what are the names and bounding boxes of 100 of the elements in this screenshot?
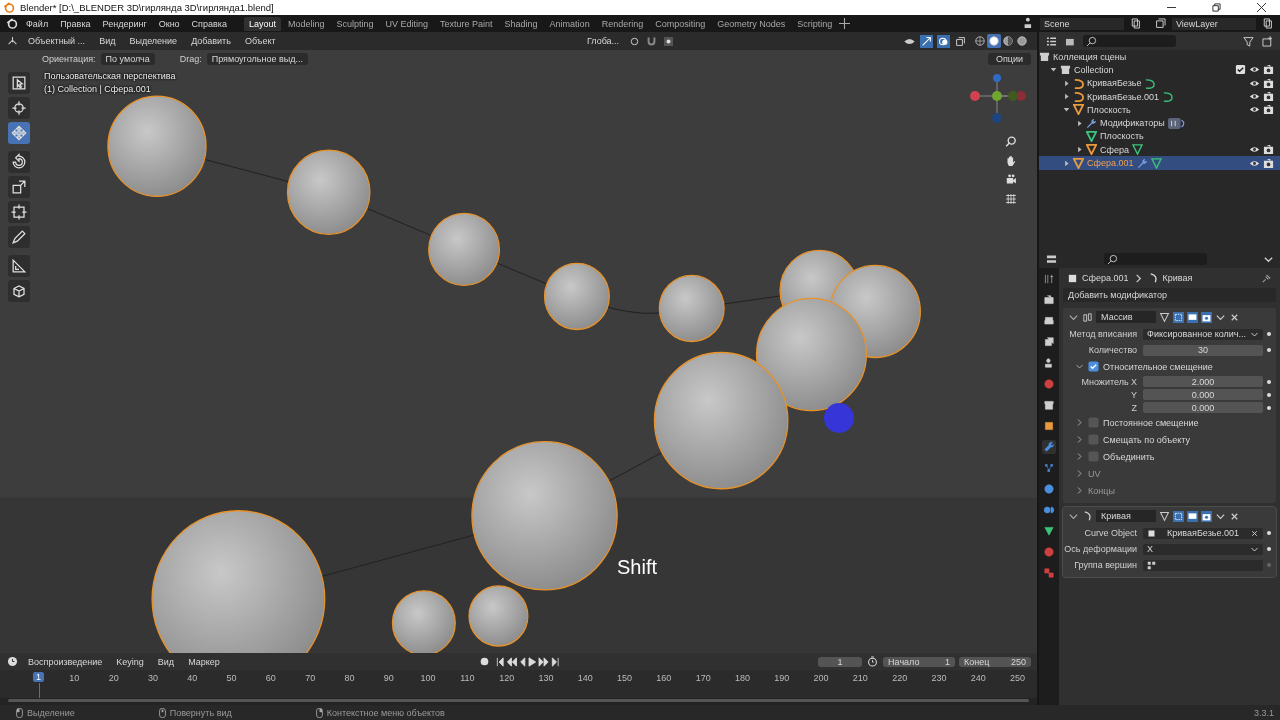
modifier-name-field[interactable]: Массив [1096,311,1157,323]
rotate-icon[interactable] [8,151,30,173]
number-field[interactable]: 0.000 [1143,389,1263,400]
disclosure-triangle-icon[interactable] [1063,93,1071,101]
overlay-toggle-icon[interactable] [937,34,951,48]
search-field[interactable] [1104,253,1208,265]
camera-back-icon[interactable] [1042,293,1057,307]
edit-mode-icon[interactable] [1173,510,1185,522]
subpanel-title[interactable]: Смещать по объекту [1103,434,1190,445]
current-frame-marker[interactable]: 1 [33,672,44,682]
select-box-icon[interactable] [8,72,30,94]
checker-icon[interactable] [1042,566,1057,580]
scale-icon[interactable] [8,176,30,198]
drag-dropdown[interactable]: Прямоугольное выд... [206,53,308,65]
camera-icon[interactable] [1263,91,1274,103]
number-field[interactable]: 30 [1143,344,1263,356]
menu-item[interactable]: Добавить [186,36,236,46]
menu-item[interactable]: Файл [21,18,54,29]
outliner-item[interactable]: Модификаторы [1100,118,1165,129]
workspace-tab[interactable]: Layout [243,16,281,31]
scene-field[interactable]: Scene [1040,17,1124,30]
cube-icon[interactable] [8,280,30,302]
checkbox[interactable] [1088,434,1100,445]
checkbox[interactable] [1088,451,1100,462]
close-icon[interactable] [1257,3,1266,12]
pencil-icon[interactable] [8,226,30,248]
copy-icon[interactable] [1129,17,1142,30]
menu-item[interactable]: Правка [55,18,96,29]
menu-item[interactable]: Вид [152,656,180,667]
camera-icon[interactable] [1201,311,1213,323]
menu-item[interactable]: Вид [94,36,121,46]
number-field[interactable]: 2.000 [1143,376,1263,387]
selected-row[interactable]: Сфера.001 [1039,156,1280,170]
copy-icon[interactable] [1261,17,1274,30]
workspace-tab[interactable]: Texture Paint [435,16,498,31]
menu-item[interactable]: Объект [239,36,281,46]
disclosure-triangle-icon[interactable] [1050,66,1058,74]
keyframe-dot-icon[interactable] [1266,331,1272,337]
disclosure-triangle-icon[interactable] [1076,119,1084,127]
menu-item[interactable]: Воспроизведение [23,656,108,667]
workspace-tab[interactable]: Sculpting [331,16,379,31]
keyframe-dot-icon[interactable] [1266,347,1272,353]
outliner-item[interactable]: Сфера.001 [1087,158,1134,168]
checkbox[interactable] [1235,64,1246,76]
keyframe-dot-icon[interactable] [1266,391,1272,398]
ruler-icon[interactable] [8,255,30,277]
edit-mode-icon[interactable] [1173,311,1185,323]
outliner-item[interactable]: Collection [1074,64,1114,75]
scrollbar-thumb[interactable] [8,699,1030,702]
search-field[interactable] [1083,35,1177,47]
cursor-icon[interactable] [8,97,30,119]
solid-shading-icon[interactable] [987,34,1002,48]
camera-icon[interactable] [1263,144,1274,156]
vertex-group-field[interactable] [1143,559,1263,571]
monitor-icon[interactable] [1187,510,1199,522]
add-modifier-dropdown[interactable]: Добавить модификатор [1063,288,1276,302]
add-icon[interactable] [839,18,851,29]
subpanel-title[interactable]: Объединить [1103,451,1155,462]
view-layer-field[interactable]: ViewLayer [1172,17,1256,30]
box-icon[interactable] [1042,398,1057,412]
camera-icon[interactable] [1201,510,1213,522]
outliner-item[interactable]: Плоскость [1087,104,1131,115]
checkbox[interactable] [1088,361,1100,372]
subpanel-title[interactable]: UV [1088,468,1101,479]
keyframe-dot-icon[interactable] [1266,530,1272,536]
keyframe-dot-icon[interactable] [1266,404,1272,411]
stopwatch-icon[interactable] [866,655,880,668]
object-field[interactable]: КриваяБезье.001 [1143,527,1263,539]
clear-icon[interactable] [1250,528,1259,538]
pin-icon[interactable] [1261,272,1272,284]
outliner-root[interactable]: Коллекция сцены [1053,51,1127,62]
workspace-tab[interactable]: Geometry Nodes [712,16,791,31]
options-button[interactable]: Опции [988,53,1032,65]
workspace-tab[interactable]: UV Editing [380,16,434,31]
xray-icon[interactable] [954,34,968,48]
workspace-tab[interactable]: Scripting [792,16,838,31]
keyframe-dot-icon[interactable] [1266,546,1272,552]
camera-icon[interactable] [1263,64,1274,76]
keyframe-dot-icon[interactable] [1266,378,1272,385]
menu-item[interactable]: Выделение [124,36,183,46]
menu-item[interactable]: Рендеринг [97,18,152,29]
new-collection-icon[interactable] [1261,34,1274,48]
dropdown-field[interactable]: X [1143,543,1263,555]
subpanel-title[interactable]: Концы [1088,485,1115,496]
keyframe-dot-icon[interactable] [1266,562,1272,568]
zoom-icon[interactable] [1004,135,1019,149]
edit-cage-icon[interactable] [1159,311,1171,323]
camera-icon[interactable] [1004,173,1019,187]
camera-icon[interactable] [1263,77,1274,89]
orientation-dropdown[interactable]: По умолча [100,53,155,65]
link-icon[interactable] [1042,503,1057,517]
orbit-icon[interactable] [1042,482,1057,496]
camera-icon[interactable] [1263,104,1274,116]
grid-icon[interactable] [1004,192,1019,206]
dropdown-field[interactable]: Фиксированное колич... [1143,328,1263,340]
disclosure-triangle-icon[interactable] [1063,79,1071,87]
start-frame-field[interactable]: Начало 1 [883,656,956,667]
outliner-item[interactable]: КриваяБезье.001 [1087,91,1159,102]
outliner-item[interactable]: Сфера [1100,144,1129,155]
number-field[interactable]: 0.000 [1143,402,1263,413]
